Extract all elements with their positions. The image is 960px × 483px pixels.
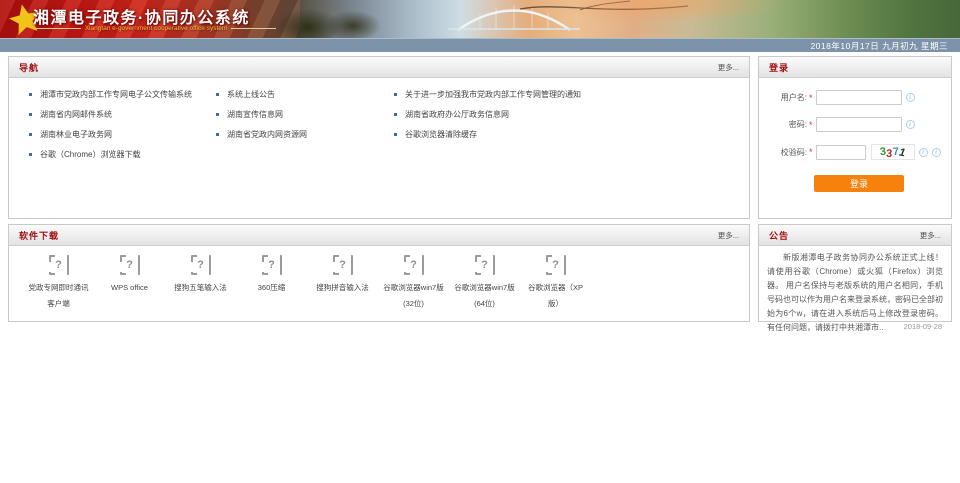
info-icon[interactable]: i (906, 93, 915, 102)
nav-link-gov-office-info-net[interactable]: 湖南省政府办公厅政务信息网 (394, 104, 581, 124)
bullet-icon (216, 113, 219, 116)
subtitle-line-left (36, 28, 81, 29)
bullet-icon (29, 153, 32, 156)
date-bar: 2018年10月17日 九月初九 星期三 (0, 38, 960, 52)
download-list: ? 党政专网即时通讯客户端 ? WPS office ? 搜狗五笔输入法 ? 3… (9, 246, 749, 312)
required-asterisk: * (809, 120, 813, 130)
broken-image-icon: ? (191, 255, 211, 275)
username-label: 用户名: (767, 92, 807, 103)
download-item-chrome-xp[interactable]: ? 谷歌浏览器（XP版） (520, 253, 591, 312)
password-label: 密码: (767, 119, 807, 130)
download-item-chrome-win7-64[interactable]: ? 谷歌浏览器win7版(64位) (449, 253, 520, 312)
bullet-icon (394, 133, 397, 136)
nav-column-2: 系统上线公告 湖南宣传信息网 湖南省党政内网资源网 (216, 84, 394, 164)
nav-column-3: 关于进一步加强我市党政内部工作专网管理的通知 湖南省政府办公厅政务信息网 谷歌浏… (394, 84, 581, 164)
nav-link-hunan-party-resources[interactable]: 湖南省党政内网资源网 (216, 124, 394, 144)
info-icon[interactable]: i (906, 120, 915, 129)
broken-image-icon: ? (546, 255, 566, 275)
nav-link-management-notice[interactable]: 关于进一步加强我市党政内部工作专网管理的通知 (394, 84, 581, 104)
software-download-panel: 软件下载 更多... ? 党政专网即时通讯客户端 ? WPS office ? … (8, 224, 750, 322)
nav-link-hunan-publicity-net[interactable]: 湖南宣传信息网 (216, 104, 394, 124)
broken-image-icon: ? (475, 255, 495, 275)
download-item-360zip[interactable]: ? 360压缩 (236, 253, 307, 312)
login-button[interactable]: 登录 (814, 175, 904, 192)
required-asterisk: * (809, 93, 813, 103)
download-item-chrome-win7-32[interactable]: ? 谷歌浏览器win7版(32位) (378, 253, 449, 312)
login-button-row: 登录 (814, 174, 951, 192)
download-panel-header: 软件下载 更多... (9, 225, 749, 246)
nav-panel-title: 导航 (19, 61, 39, 74)
notice-panel: 公告 更多... 新版湘潭电子政务协同办公系统正式上线！ 请使用谷歌（Chrom… (758, 224, 952, 322)
bullet-icon (394, 93, 397, 96)
info-icon[interactable]: i (919, 148, 928, 157)
notice-panel-header: 公告 更多... (759, 225, 951, 246)
bullet-icon (29, 113, 32, 116)
sunset-sky-decoration (560, 0, 820, 38)
nav-more-link[interactable]: 更多... (718, 62, 739, 73)
nav-panel-header: 导航 更多... (9, 57, 749, 78)
bullet-icon (216, 133, 219, 136)
password-row: 密码: * i (767, 117, 951, 132)
captcha-input[interactable] (816, 145, 866, 160)
date-text: 2018年10月17日 九月初九 星期三 (810, 40, 948, 52)
notice-content: 新版湘潭电子政务协同办公系统正式上线！ 请使用谷歌（Chrome）或火狐（Fir… (759, 246, 951, 331)
login-panel: 登录 用户名: * i 密码: * i 校验码: * (758, 56, 952, 219)
captcha-row: 校验码: * 3 3 7 1 i i (767, 144, 951, 160)
broken-image-icon: ? (404, 255, 424, 275)
nav-link-chrome-clear-cache[interactable]: 谷歌浏览器清除缓存 (394, 124, 581, 144)
username-input[interactable] (816, 90, 902, 105)
bullet-icon (216, 93, 219, 96)
download-more-link[interactable]: 更多... (718, 230, 739, 241)
username-row: 用户名: * i (767, 90, 951, 105)
required-asterisk: * (809, 147, 813, 157)
notice-panel-title: 公告 (769, 229, 789, 242)
broken-image-icon: ? (120, 255, 140, 275)
notice-more-link[interactable]: 更多... (920, 230, 941, 241)
login-form: 用户名: * i 密码: * i 校验码: * 3 (759, 78, 951, 192)
nav-link-doc-transfer-system[interactable]: 湘潭市党政内部工作专网电子公文传输系统 (29, 84, 216, 104)
password-input[interactable] (816, 117, 902, 132)
nav-link-chrome-download[interactable]: 谷歌（Chrome）浏览器下载 (29, 144, 216, 164)
site-subtitle: Xiangtan e-government cooperative office… (36, 25, 276, 32)
bullet-icon (29, 133, 32, 136)
download-item-wps-office[interactable]: ? WPS office (94, 253, 165, 312)
nav-link-launch-notice[interactable]: 系统上线公告 (216, 84, 394, 104)
download-item-sogou-pinyin[interactable]: ? 搜狗拼音输入法 (307, 253, 378, 312)
broken-image-icon: ? (262, 255, 282, 275)
download-item-sogou-wubi[interactable]: ? 搜狗五笔输入法 (165, 253, 236, 312)
bullet-icon (29, 93, 32, 96)
bullet-icon (394, 113, 397, 116)
login-panel-title: 登录 (769, 61, 789, 74)
captcha-image[interactable]: 3 3 7 1 (871, 144, 915, 160)
nav-column-1: 湘潭市党政内部工作专网电子公文传输系统 湖南省内网邮件系统 湖南林业电子政务网 … (29, 84, 216, 164)
login-panel-header: 登录 (759, 57, 951, 78)
nav-links: 湘潭市党政内部工作专网电子公文传输系统 湖南省内网邮件系统 湖南林业电子政务网 … (9, 78, 749, 164)
nav-panel: 导航 更多... 湘潭市党政内部工作专网电子公文传输系统 湖南省内网邮件系统 湖… (8, 56, 750, 219)
info-icon[interactable]: i (932, 148, 941, 157)
nav-link-hunan-forestry-egov[interactable]: 湖南林业电子政务网 (29, 124, 216, 144)
captcha-label: 校验码: (767, 147, 807, 158)
broken-image-icon: ? (333, 255, 353, 275)
download-panel-title: 软件下载 (19, 229, 59, 242)
broken-image-icon: ? (49, 255, 69, 275)
banner: 湘潭电子政务·协同办公系统 Xiangtan e-government coop… (0, 0, 960, 38)
nav-link-hunan-intranet-mail[interactable]: 湖南省内网邮件系统 (29, 104, 216, 124)
download-item-im-client[interactable]: ? 党政专网即时通讯客户端 (23, 253, 94, 312)
subtitle-line-right (231, 28, 276, 29)
